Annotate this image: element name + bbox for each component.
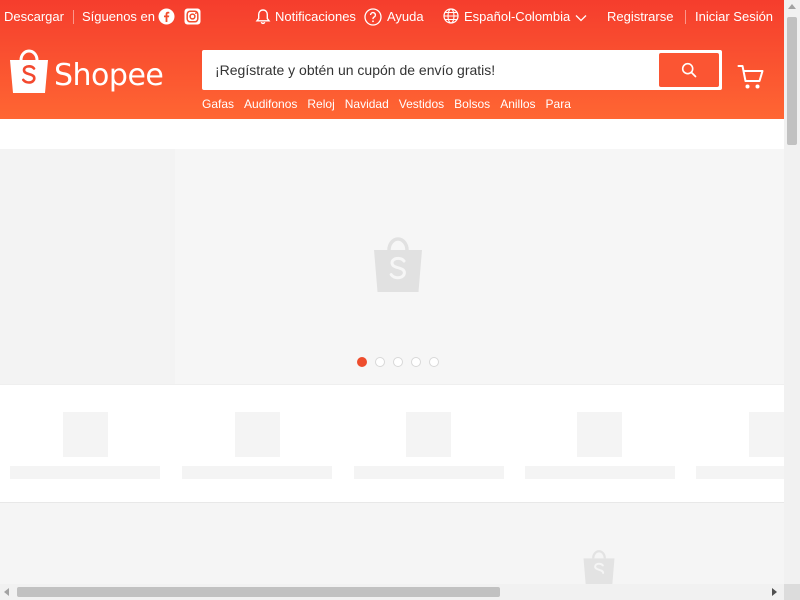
shopee-bag-icon [374, 237, 422, 292]
bell-icon[interactable] [255, 8, 271, 25]
category-image-placeholder [235, 412, 280, 457]
search-icon [681, 62, 697, 78]
category-label-placeholder [696, 466, 784, 479]
header: Descargar Síguenos en Notificaciones Ayu… [0, 0, 784, 119]
carousel-dot[interactable] [375, 357, 385, 367]
divider [685, 10, 686, 24]
category-item[interactable] [696, 385, 784, 503]
category-image-placeholder [749, 412, 784, 457]
divider [73, 10, 74, 24]
shopee-bag-icon [583, 550, 615, 586]
category-item[interactable] [182, 385, 332, 503]
carousel-indicators [357, 357, 439, 367]
banner-carousel[interactable] [0, 149, 784, 384]
scroll-left-arrow-icon[interactable] [4, 588, 9, 596]
horizontal-scrollbar[interactable] [0, 584, 784, 600]
vertical-scroll-thumb[interactable] [787, 17, 797, 145]
cart-icon[interactable] [737, 63, 765, 91]
suggestion-link[interactable]: Anillos [500, 97, 535, 111]
scroll-up-arrow-icon[interactable] [788, 4, 796, 9]
suggestion-link[interactable]: Vestidos [399, 97, 444, 111]
suggestion-link[interactable]: Bolsos [454, 97, 490, 111]
search-bar [202, 50, 722, 90]
top-navbar: Descargar Síguenos en Notificaciones Ayu… [0, 0, 784, 34]
search-suggestions: Gafas Audifonos Reloj Navidad Vestidos Bolsos… [202, 97, 581, 111]
category-placeholders [0, 384, 784, 502]
suggestion-link[interactable]: Gafas [202, 97, 234, 111]
category-item[interactable] [525, 385, 675, 503]
login-link[interactable]: Iniciar Sesión [695, 9, 773, 25]
category-image-placeholder [406, 412, 451, 457]
spacer [0, 119, 784, 149]
horizontal-scroll-thumb[interactable] [17, 587, 500, 597]
follow-label: Síguenos en [82, 9, 156, 24]
search-input[interactable] [202, 50, 657, 90]
banner-placeholder [0, 149, 175, 384]
carousel-dot[interactable] [411, 357, 421, 367]
chevron-down-icon[interactable] [574, 11, 588, 25]
help-link[interactable]: Ayuda [387, 9, 424, 25]
category-label-placeholder [354, 466, 504, 479]
category-item[interactable] [354, 385, 504, 503]
carousel-dot[interactable] [429, 357, 439, 367]
category-image-placeholder [63, 412, 108, 457]
language-selector[interactable]: Español-Colombia [464, 9, 570, 25]
content-placeholder [0, 502, 784, 586]
shopee-logo-icon[interactable] [8, 47, 50, 95]
carousel-dot[interactable] [357, 357, 367, 367]
help-icon[interactable] [364, 8, 382, 26]
suggestion-link[interactable]: Para [546, 97, 571, 111]
category-item[interactable] [10, 385, 160, 503]
facebook-icon[interactable] [158, 8, 175, 25]
globe-icon[interactable] [443, 8, 459, 24]
register-link[interactable]: Registrarse [607, 9, 673, 25]
notifications-link[interactable]: Notificaciones [275, 9, 356, 25]
scrollbar-corner [784, 584, 800, 600]
category-label-placeholder [525, 466, 675, 479]
vertical-scrollbar[interactable] [784, 0, 800, 584]
category-image-placeholder [577, 412, 622, 457]
suggestion-link[interactable]: Reloj [307, 97, 334, 111]
search-button[interactable] [659, 53, 719, 87]
carousel-dot[interactable] [393, 357, 403, 367]
download-link[interactable]: Descargar [4, 9, 64, 25]
suggestion-link[interactable]: Audifonos [244, 97, 297, 111]
scroll-right-arrow-icon[interactable] [772, 588, 777, 596]
instagram-icon[interactable] [184, 8, 201, 25]
shopee-wordmark[interactable]: Shopee [54, 58, 164, 94]
suggestion-link[interactable]: Navidad [345, 97, 389, 111]
category-label-placeholder [10, 466, 160, 479]
category-label-placeholder [182, 466, 332, 479]
